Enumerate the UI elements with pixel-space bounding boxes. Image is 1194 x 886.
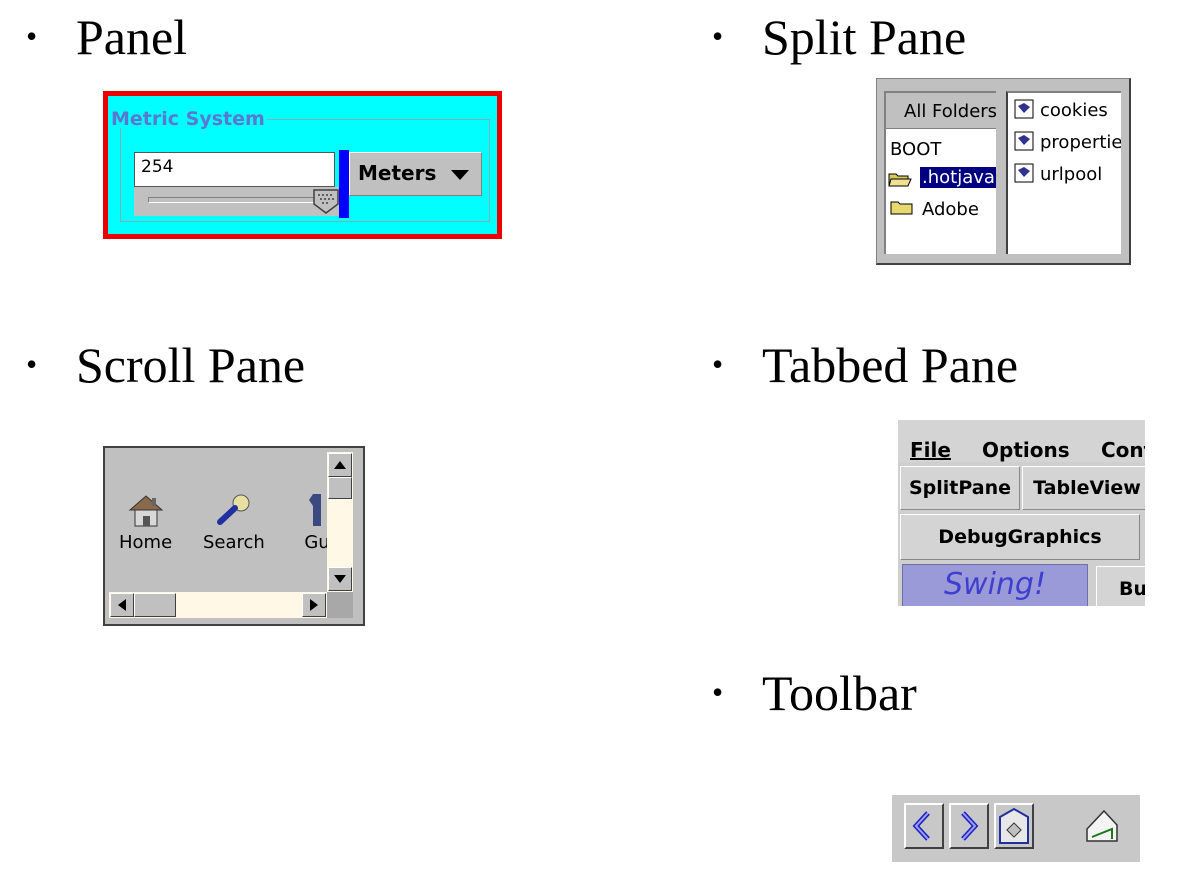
toolbar-example bbox=[892, 795, 1140, 862]
tool-guide[interactable]: Gu bbox=[297, 492, 327, 553]
open-folder-icon bbox=[888, 173, 912, 187]
folder-item-hotjava[interactable]: .hotjava bbox=[920, 167, 996, 188]
file-label: urlpool bbox=[1040, 164, 1103, 185]
split-divider[interactable] bbox=[996, 91, 1006, 254]
file-label: propertie bbox=[1040, 132, 1121, 153]
scroll-viewport: Home Search Gu bbox=[109, 452, 327, 592]
tool-label: Home bbox=[119, 532, 173, 553]
tab-bu[interactable]: Bu bbox=[1096, 566, 1145, 606]
panel-example: Metric System 254 Meters bbox=[103, 91, 502, 239]
back-button[interactable] bbox=[904, 803, 944, 849]
menu-label: Cont bbox=[1101, 438, 1145, 462]
bullet: • bbox=[26, 18, 38, 54]
file-list-pane[interactable]: cookies propertie urlpool bbox=[1006, 91, 1121, 254]
heading-tabbed-pane-label: Tabbed Pane bbox=[762, 337, 1019, 393]
bullet: • bbox=[26, 346, 38, 382]
horizontal-scrollbar[interactable] bbox=[109, 592, 327, 618]
vertical-scrollbar[interactable] bbox=[327, 452, 353, 592]
metric-system-legend: Metric System bbox=[111, 108, 265, 130]
tool-label: Search bbox=[203, 532, 265, 553]
tool-label: Gu bbox=[304, 532, 327, 553]
blue-divider bbox=[339, 150, 349, 218]
file-item-urlpool[interactable]: urlpool bbox=[1014, 163, 1102, 185]
tab-debuggraphics[interactable]: DebugGraphics bbox=[900, 514, 1140, 560]
tabbed-pane-example: File Options Cont SplitPane TableView De… bbox=[898, 420, 1145, 606]
bookmark-page-icon bbox=[1086, 809, 1118, 842]
scroll-up-button[interactable] bbox=[328, 453, 352, 477]
scroll-right-button[interactable] bbox=[302, 593, 326, 617]
unit-select[interactable]: Meters bbox=[349, 152, 482, 196]
back-arrow-icon bbox=[912, 811, 930, 841]
tab-swing[interactable]: Swing! bbox=[902, 564, 1088, 606]
forward-arrow-icon bbox=[961, 811, 979, 841]
split-pane-example: All Folders BOOT .hotjava Adobe cookies … bbox=[876, 78, 1131, 265]
file-icon bbox=[1014, 131, 1034, 151]
file-label: cookies bbox=[1040, 100, 1108, 121]
horizontal-scroll-thumb[interactable] bbox=[134, 593, 176, 617]
arrow-right-icon bbox=[310, 599, 318, 611]
arrow-up-icon bbox=[334, 461, 346, 469]
bookmark-page-button[interactable] bbox=[1082, 803, 1122, 849]
length-slider[interactable] bbox=[134, 187, 341, 216]
home-icon bbox=[128, 495, 163, 527]
arrow-down-icon bbox=[334, 575, 346, 583]
arrow-left-icon bbox=[118, 599, 126, 611]
heading-toolbar-label: Toolbar bbox=[762, 665, 917, 721]
folder-label: Adobe bbox=[922, 199, 979, 220]
bullet: • bbox=[712, 18, 724, 54]
all-folders-header[interactable]: All Folders bbox=[886, 93, 996, 129]
unit-select-value: Meters bbox=[358, 161, 437, 185]
file-icon bbox=[1014, 99, 1034, 119]
scroll-pane-example: Home Search Gu bbox=[103, 446, 365, 626]
heading-scroll-pane-label: Scroll Pane bbox=[76, 337, 306, 393]
tab-tableview[interactable]: TableView bbox=[1022, 466, 1145, 510]
tool-search[interactable]: Search bbox=[203, 492, 265, 553]
tool-home[interactable]: Home bbox=[119, 492, 172, 553]
slider-track bbox=[148, 197, 318, 203]
forward-button[interactable] bbox=[949, 803, 989, 849]
file-icon bbox=[1014, 163, 1034, 183]
file-item-cookies[interactable]: cookies bbox=[1014, 99, 1108, 121]
chevron-down-icon bbox=[451, 170, 469, 180]
home-page-button[interactable] bbox=[994, 803, 1034, 849]
file-item-properties[interactable]: propertie bbox=[1014, 131, 1121, 153]
menu-label: Options bbox=[982, 438, 1070, 462]
folder-label: BOOT bbox=[890, 139, 942, 160]
scroll-down-button[interactable] bbox=[328, 567, 352, 591]
heading-split-pane-label: Split Pane bbox=[762, 9, 967, 65]
folder-icon bbox=[890, 201, 913, 215]
bullet: • bbox=[712, 346, 724, 382]
folder-item-boot[interactable]: BOOT bbox=[890, 139, 941, 160]
guide-icon bbox=[309, 494, 321, 526]
heading-panel-label: Panel bbox=[76, 9, 188, 65]
slider-thumb[interactable] bbox=[313, 189, 339, 214]
folder-label: .hotjava bbox=[920, 167, 996, 188]
folder-item-adobe[interactable]: Adobe bbox=[922, 199, 979, 220]
scroll-corner bbox=[327, 592, 353, 618]
vertical-scroll-thumb[interactable] bbox=[328, 477, 352, 499]
menu-bar: File Options Cont bbox=[898, 420, 1145, 462]
home-page-icon bbox=[999, 807, 1029, 844]
scroll-left-button[interactable] bbox=[110, 593, 134, 617]
bullet: • bbox=[712, 674, 724, 710]
folder-tree-pane[interactable]: All Folders BOOT .hotjava Adobe bbox=[884, 91, 996, 254]
length-input[interactable]: 254 bbox=[134, 152, 335, 187]
menu-label: File bbox=[910, 438, 951, 462]
tab-splitpane[interactable]: SplitPane bbox=[900, 466, 1020, 510]
search-icon bbox=[216, 494, 250, 525]
